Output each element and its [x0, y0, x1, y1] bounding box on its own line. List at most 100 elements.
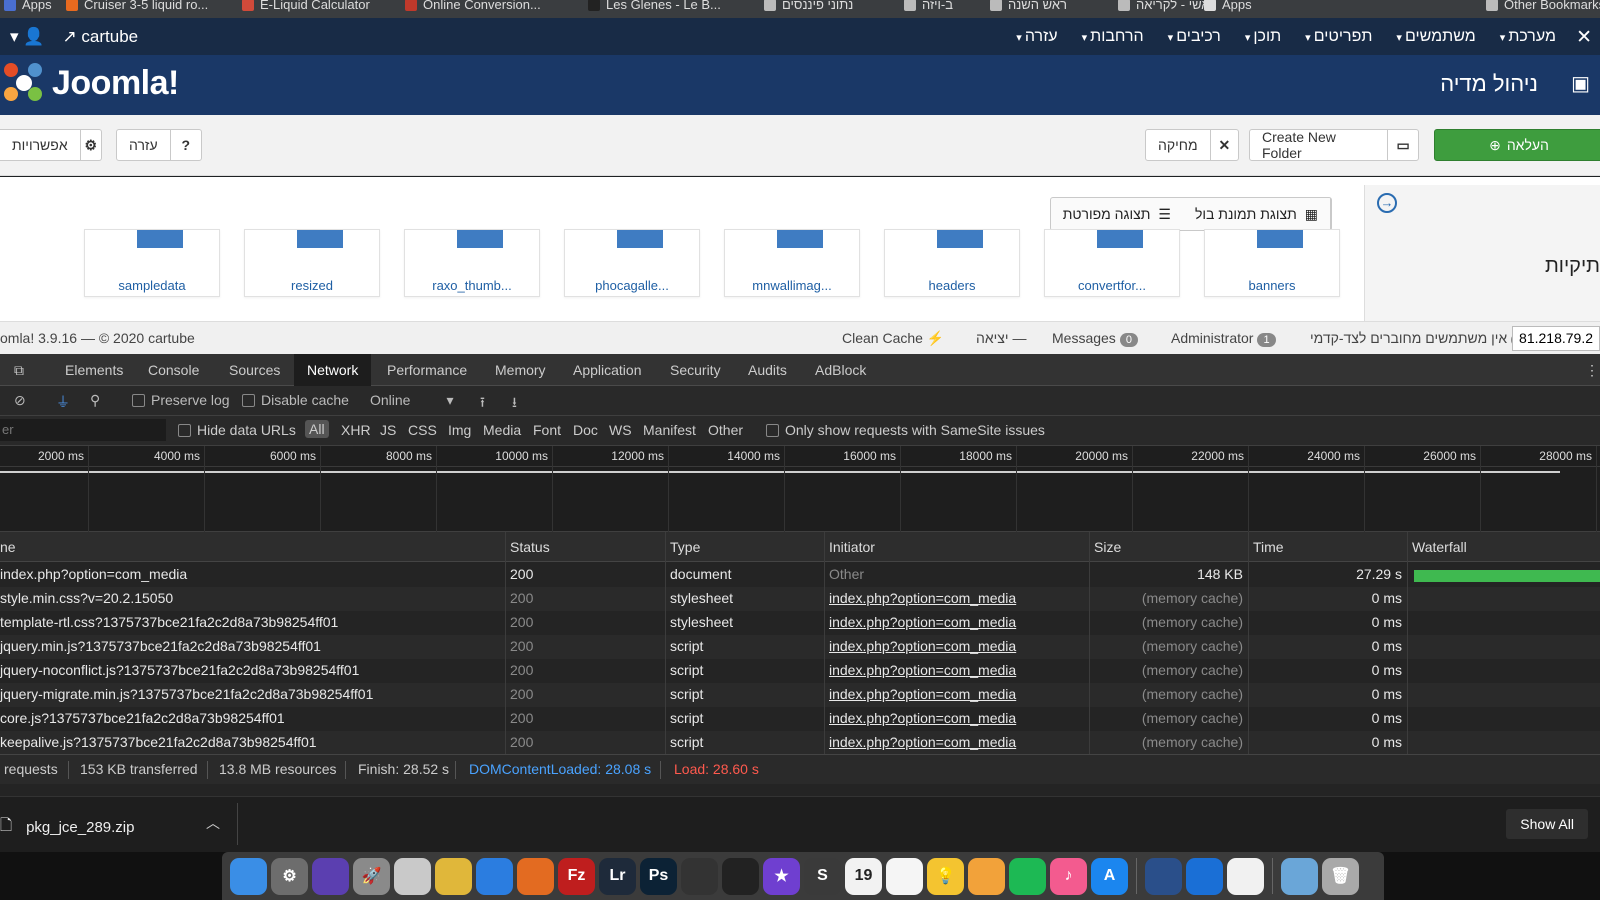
tab-adblock[interactable]: AdBlock [802, 354, 879, 386]
table-row[interactable]: jquery-migrate.min.js?1375737bce21fa2c2d… [0, 683, 1600, 707]
tab-audits[interactable]: Audits [735, 354, 800, 386]
menu-content[interactable]: תוכן [1245, 28, 1281, 46]
search-icon[interactable]: ⚲ [90, 392, 100, 409]
column-name[interactable]: ne [0, 539, 16, 555]
notes-book-icon[interactable] [394, 857, 431, 895]
folder-item[interactable]: sampledata [84, 229, 220, 297]
messages-link[interactable]: Messages 0 [1052, 330, 1138, 347]
device-toggle-icon[interactable]: ⧉ [8, 354, 30, 386]
folder-item[interactable]: raxo_thumb... [404, 229, 540, 297]
cell-initiator[interactable]: index.php?option=com_media [829, 590, 1016, 606]
cell-initiator[interactable]: index.php?option=com_media [829, 686, 1016, 702]
filter-manifest[interactable]: Manifest [643, 422, 696, 438]
collapse-arrow-icon[interactable]: → [1377, 193, 1397, 213]
final-cut-icon[interactable] [681, 857, 718, 895]
menu-users[interactable]: משתמשים [1396, 28, 1476, 46]
filezilla-icon[interactable]: Fz [558, 857, 595, 895]
table-row[interactable]: jquery.min.js?1375737bce21fa2c2d8a73b982… [0, 635, 1600, 659]
chrome-icon[interactable] [435, 857, 472, 895]
import-har-icon[interactable]: ⭱ [480, 392, 485, 416]
user-menu-toggle[interactable]: ▾ 👤 [10, 27, 44, 47]
column-status[interactable]: Status [510, 539, 550, 555]
cell-initiator[interactable]: index.php?option=com_media [829, 638, 1016, 654]
bookmark-item[interactable]: E-Liquid Calculator [242, 0, 370, 12]
folder-item[interactable]: banners [1204, 229, 1340, 297]
filter-icon[interactable]: ⏚ [56, 392, 70, 412]
more-options-icon[interactable]: ⋮ [1572, 354, 1600, 386]
options-button[interactable]: אפשרויות ⚙ [0, 129, 102, 161]
site-link[interactable]: ↗ cartube [62, 27, 138, 47]
textedit-icon[interactable] [1227, 857, 1264, 895]
create-folder-button[interactable]: Create New Folder ▭ [1249, 129, 1419, 161]
bookmark-item[interactable]: Les Glenes - Le B... [588, 0, 721, 12]
spotify-icon[interactable] [1009, 857, 1046, 895]
menu-menus[interactable]: תפריטים [1305, 28, 1373, 46]
tab-security[interactable]: Security [657, 354, 734, 386]
details-view-button[interactable]: תצוגה מפורטת ☰ [1051, 198, 1183, 230]
disable-cache-checkbox[interactable]: Disable cache [242, 392, 349, 408]
tab-performance[interactable]: Performance [374, 354, 480, 386]
menu-system[interactable]: מערכת [1500, 28, 1556, 46]
logout-link[interactable]: יציאה — [976, 330, 1026, 346]
download-item[interactable]: 🗋 pkg_jce_289.zip [0, 815, 134, 840]
filter-css[interactable]: CSS [408, 422, 437, 438]
siri-icon[interactable] [312, 857, 349, 895]
tab-application[interactable]: Application [560, 354, 655, 386]
column-initiator[interactable]: Initiator [829, 539, 875, 555]
quicktime-icon[interactable] [1145, 857, 1182, 895]
imovie-icon[interactable]: ★ [763, 857, 800, 895]
tab-network[interactable]: Network [294, 354, 372, 386]
preserve-log-checkbox[interactable]: Preserve log [132, 392, 230, 408]
filter-img[interactable]: Img [448, 422, 471, 438]
folder-item[interactable]: convertfor... [1044, 229, 1180, 297]
filter-other[interactable]: Other [708, 422, 743, 438]
folder-item[interactable]: headers [884, 229, 1020, 297]
trash-icon[interactable]: 🗑 [1322, 857, 1359, 895]
filter-font[interactable]: Font [533, 422, 561, 438]
downloads-folder-icon[interactable] [1281, 857, 1318, 895]
table-row[interactable]: jquery-noconflict.js?1375737bce21fa2c2d8… [0, 659, 1600, 683]
bookmark-item[interactable]: Online Conversion... [405, 0, 541, 12]
calendar-icon[interactable]: 19 [845, 857, 882, 895]
filter-js[interactable]: JS [380, 422, 396, 438]
app-store-icon[interactable]: A [1091, 857, 1128, 895]
youtube-app-icon[interactable] [1186, 857, 1223, 895]
menu-help[interactable]: עזרה [1016, 28, 1058, 46]
filter-xhr[interactable]: XHR [341, 422, 371, 438]
tips-icon[interactable]: 💡 [927, 857, 964, 895]
bookmark-apps[interactable]: Apps [1204, 0, 1252, 12]
cell-initiator[interactable]: index.php?option=com_media [829, 662, 1016, 678]
filter-doc[interactable]: Doc [573, 422, 598, 438]
bookmark-item[interactable]: ראשי - לקריאה [1118, 0, 1216, 12]
clean-cache-link[interactable]: Clean Cache ⚡ [842, 330, 944, 347]
menu-components[interactable]: רכיבים [1168, 28, 1221, 46]
export-har-icon[interactable]: ⭳ [512, 392, 517, 416]
bookmark-item[interactable]: נתוני פיננסים [764, 0, 853, 12]
tab-elements[interactable]: Elements [52, 354, 136, 386]
folder-item[interactable]: phocagalle... [564, 229, 700, 297]
delete-button[interactable]: מחיקה ✕ [1145, 129, 1239, 161]
table-row[interactable]: core.js?1375737bce21fa2c2d8a73b98254ff01… [0, 707, 1600, 731]
firefox-icon[interactable] [517, 857, 554, 895]
filter-all[interactable]: All [305, 420, 329, 438]
hide-data-urls-checkbox[interactable]: Hide data URLs [178, 422, 296, 438]
photos-icon[interactable] [968, 857, 1005, 895]
clear-icon[interactable]: ⊘ [14, 392, 26, 409]
admin-users-link[interactable]: Administrator 1 [1171, 330, 1276, 347]
tab-sources[interactable]: Sources [216, 354, 293, 386]
davinci-icon[interactable] [722, 857, 759, 895]
cell-initiator[interactable]: index.php?option=com_media [829, 734, 1016, 750]
itunes-icon[interactable]: ♪ [1050, 857, 1087, 895]
bookmark-apps[interactable]: Apps [4, 0, 52, 12]
table-row[interactable]: index.php?option=com_media 200 document Oth… [0, 563, 1600, 587]
filter-input[interactable]: er [0, 419, 166, 441]
tab-console[interactable]: Console [135, 354, 212, 386]
folder-item[interactable]: mnwallimag... [724, 229, 860, 297]
table-row[interactable]: keepalive.js?1375737bce21fa2c2d8a73b9825… [0, 731, 1600, 755]
sublime-icon[interactable]: S [804, 857, 841, 895]
show-all-button[interactable]: Show All [1506, 809, 1588, 839]
reminders-icon[interactable] [886, 857, 923, 895]
finder-icon[interactable] [230, 857, 267, 895]
column-waterfall[interactable]: Waterfall [1412, 539, 1467, 555]
bookmark-item[interactable]: Cruiser 3-5 liquid ro... [66, 0, 208, 12]
